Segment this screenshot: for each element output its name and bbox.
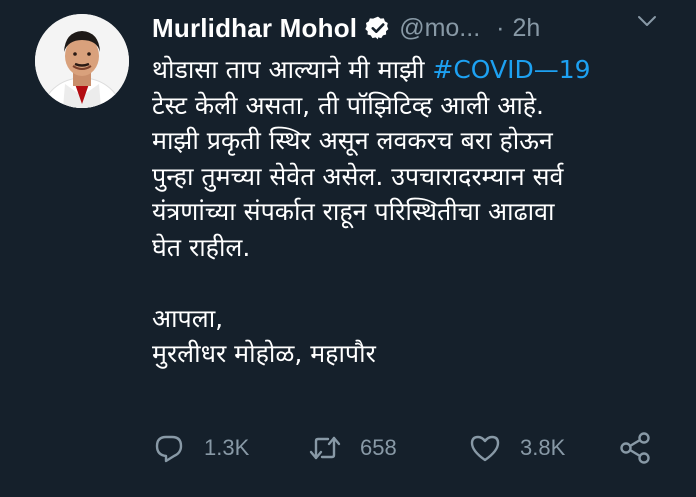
- tweet-text-line-5: यंत्रणांच्या संपर्कात राहून परिस्थितीचा …: [152, 197, 555, 226]
- author-name[interactable]: Murlidhar Mohol: [152, 13, 357, 44]
- tweet-text-line-2: टेस्ट केली असता, ती पॉझिटिव्ह आली आहे.: [152, 90, 545, 120]
- chevron-down-icon[interactable]: [636, 10, 658, 32]
- tweet-text-signoff: आपला,: [152, 303, 224, 333]
- hashtag-link[interactable]: #COVID—19: [432, 55, 590, 84]
- header-separator: ·: [496, 13, 505, 42]
- avatar-image: [35, 14, 129, 108]
- retweet-button[interactable]: 658: [308, 428, 397, 468]
- tweet-timestamp[interactable]: 2h: [512, 14, 540, 43]
- tweet-text-line-3: माझी प्रकृती स्थिर असून लवकरच बरा होऊन: [152, 126, 553, 155]
- like-count: 3.8K: [520, 435, 566, 460]
- tweet-actions: 1.3K 658 3.8K: [152, 428, 672, 468]
- reply-count: 1.3K: [204, 435, 250, 460]
- retweet-count: 658: [360, 435, 397, 460]
- retweet-icon: [308, 431, 342, 465]
- tweet-text-line-6: घेत राहील.: [152, 232, 251, 262]
- tweet-text-signature: मुरलीधर मोहोळ, महापौर: [152, 339, 376, 368]
- heart-icon: [468, 431, 502, 465]
- tweet-text: थोडासा ताप आल्याने मी माझी #COVID—19 टेस…: [152, 52, 682, 372]
- reply-button[interactable]: 1.3K: [152, 428, 249, 468]
- author-handle[interactable]: @mo...: [399, 14, 480, 43]
- share-icon: [618, 431, 652, 465]
- share-button[interactable]: [618, 428, 652, 468]
- like-button[interactable]: 3.8K: [468, 428, 565, 468]
- verified-badge-icon: [365, 15, 391, 41]
- tweet-header: Murlidhar Mohol @mo... · 2h: [152, 8, 682, 48]
- tweet-text-line-1-text: थोडासा ताप आल्याने मी माझी: [152, 55, 433, 84]
- avatar[interactable]: [35, 14, 129, 108]
- tweet-text-line-1: थोडासा ताप आल्याने मी माझी #COVID—19: [152, 52, 682, 88]
- tweet-text-line-4: पुन्हा तुमच्या सेवेत असेल. उपचारादरम्यान…: [152, 161, 564, 191]
- reply-icon: [152, 431, 186, 465]
- tweet[interactable]: Murlidhar Mohol @mo... · 2h थोडासा ताप आ…: [0, 0, 696, 497]
